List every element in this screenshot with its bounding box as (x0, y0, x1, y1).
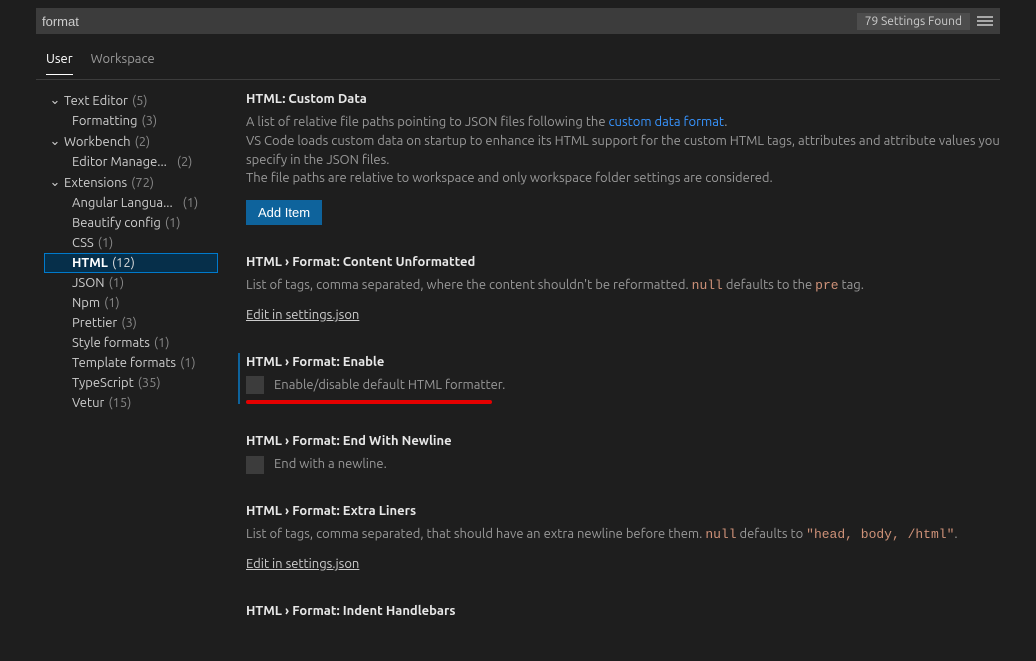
setting-html-format-extra-liners: HTML › Format: Extra Liners List of tags… (238, 502, 1008, 574)
setting-title: HTML: Custom Data (246, 90, 1008, 109)
end-with-newline-checkbox[interactable] (246, 456, 264, 474)
tab-user[interactable]: User (46, 46, 73, 75)
toc-angular[interactable]: Angular Langua... (1) (44, 193, 218, 213)
settings-filter-icon[interactable] (976, 12, 994, 30)
toc-npm[interactable]: Npm(1) (44, 293, 218, 313)
toc-template-formats[interactable]: Template formats(1) (44, 353, 218, 373)
setting-html-format-indent-handlebars: HTML › Format: Indent Handlebars (238, 602, 1008, 621)
setting-description: List of tags, comma separated, that shou… (246, 525, 1008, 545)
toc-html[interactable]: HTML(12) (44, 253, 218, 273)
toc-extensions[interactable]: ⌄Extensions(72) (44, 172, 218, 193)
toc-prettier[interactable]: Prettier(3) (44, 313, 218, 333)
chevron-down-icon: ⌄ (48, 134, 62, 149)
add-item-button[interactable]: Add Item (246, 200, 322, 225)
custom-data-format-link[interactable]: custom data format (609, 115, 725, 129)
chevron-down-icon: ⌄ (48, 93, 62, 108)
settings-scope-tabs: User Workspace (46, 46, 1028, 75)
toc-vetur[interactable]: Vetur(15) (44, 393, 218, 413)
edit-in-settings-json-link[interactable]: Edit in settings.json (246, 306, 359, 325)
setting-html-custom-data: HTML: Custom Data A list of relative fil… (238, 90, 1008, 225)
setting-description: List of tags, comma separated, where the… (246, 276, 1008, 296)
toc-beautify[interactable]: Beautify config(1) (44, 213, 218, 233)
toc-style-formats[interactable]: Style formats(1) (44, 333, 218, 353)
toc-editor-management[interactable]: Editor Manage... (2) (44, 152, 218, 172)
setting-title: HTML › Format: Extra Liners (246, 502, 1008, 521)
toc-formatting[interactable]: Formatting(3) (44, 111, 218, 131)
tabs-underline (36, 79, 1000, 80)
annotation-red-underline (246, 400, 492, 404)
toc-text-editor[interactable]: ⌄Text Editor(5) (44, 90, 218, 111)
setting-title: HTML › Format: Indent Handlebars (246, 602, 1008, 621)
setting-description: A list of relative file paths pointing t… (246, 113, 1008, 188)
settings-search-row: 79 Settings Found (36, 8, 1000, 34)
edit-in-settings-json-link[interactable]: Edit in settings.json (246, 555, 359, 574)
setting-title: HTML › Format: Enable (246, 353, 1008, 372)
results-count-badge: 79 Settings Found (857, 13, 970, 30)
tab-workspace[interactable]: Workspace (91, 46, 155, 75)
setting-html-format-end-with-newline: HTML › Format: End With Newline End with… (238, 432, 1008, 474)
toc-css[interactable]: CSS(1) (44, 233, 218, 253)
settings-toc-sidebar: ⌄Text Editor(5) Formatting(3) ⌄Workbench… (8, 90, 218, 661)
setting-html-format-content-unformatted: HTML › Format: Content Unformatted List … (238, 253, 1008, 325)
chevron-down-icon: ⌄ (48, 175, 62, 190)
settings-search-input[interactable] (42, 14, 857, 29)
toc-typescript[interactable]: TypeScript(35) (44, 373, 218, 393)
enable-checkbox[interactable] (246, 376, 264, 394)
settings-list[interactable]: HTML: Custom Data A list of relative fil… (218, 90, 1028, 661)
setting-description: Enable/disable default HTML formatter. (274, 376, 505, 395)
toc-workbench[interactable]: ⌄Workbench(2) (44, 131, 218, 152)
setting-description: End with a newline. (274, 455, 387, 474)
setting-title: HTML › Format: Content Unformatted (246, 253, 1008, 272)
toc-json[interactable]: JSON(1) (44, 273, 218, 293)
setting-html-format-enable: HTML › Format: Enable Enable/disable def… (238, 353, 1008, 405)
setting-title: HTML › Format: End With Newline (246, 432, 1008, 451)
